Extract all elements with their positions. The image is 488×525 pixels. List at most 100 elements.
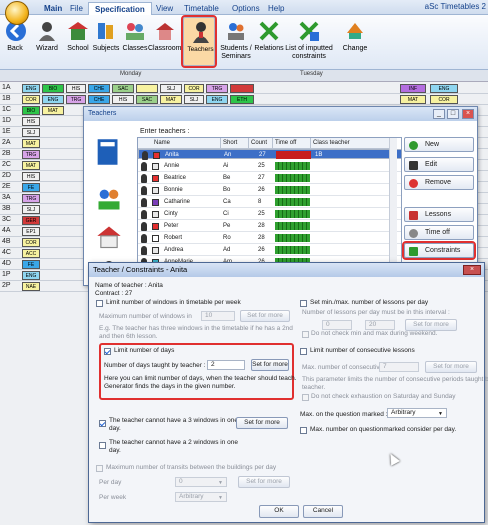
lesson-cell[interactable]: SLJ xyxy=(22,205,40,214)
lesson-cell[interactable]: ACC xyxy=(22,249,40,258)
lessons-button[interactable]: Lessons xyxy=(404,207,474,222)
lesson-cell[interactable]: EP1 xyxy=(22,227,40,236)
lesson-cell[interactable]: MAT xyxy=(400,95,426,104)
lesson-cell[interactable]: BIO xyxy=(22,106,40,115)
min-lessons-input[interactable]: 0 xyxy=(322,320,352,330)
teacher-row[interactable]: Beatrice Be 27 xyxy=(138,173,401,184)
maximize-icon[interactable]: □ xyxy=(447,109,459,119)
transits-checkbox[interactable] xyxy=(96,465,103,472)
close-icon[interactable]: × xyxy=(463,265,481,275)
teachers-button[interactable]: Teachers xyxy=(181,15,217,68)
teacher-row[interactable]: Cinty Ci 25 xyxy=(138,209,401,220)
lesson-cell[interactable]: MAT xyxy=(22,161,40,170)
lesson-cell[interactable]: MAT xyxy=(22,139,40,148)
limit-windows-week-checkbox[interactable] xyxy=(96,300,103,307)
lesson-cell[interactable]: COR xyxy=(430,95,458,104)
teacher-row[interactable]: Bonnie Bo 26 xyxy=(138,185,401,196)
new-button[interactable]: New xyxy=(404,137,474,152)
tab-file[interactable]: File xyxy=(64,2,89,15)
lesson-cell[interactable]: HIS xyxy=(22,117,40,126)
lesson-cell[interactable]: HIS xyxy=(22,172,40,181)
per-day-select[interactable]: 0 ▼ xyxy=(175,477,227,487)
classrooms-button[interactable]: Classrooms xyxy=(148,19,185,53)
question-consider-checkbox[interactable] xyxy=(300,427,307,434)
lesson-cell[interactable]: SLJ xyxy=(160,84,182,93)
lesson-cell[interactable]: TRG xyxy=(66,95,86,104)
lesson-cell[interactable]: TRG xyxy=(206,84,228,93)
days-set-more-button[interactable]: Set for more xyxy=(251,359,289,371)
lesson-cell[interactable]: COR xyxy=(22,238,40,247)
school-button[interactable]: School xyxy=(66,19,90,53)
lesson-cell[interactable]: NAE xyxy=(22,282,40,291)
tab-view[interactable]: View xyxy=(150,2,179,15)
change-button[interactable]: Change xyxy=(338,19,372,53)
teacher-row[interactable]: Anita An 27 1B xyxy=(138,149,401,160)
edit-button[interactable]: Edit xyxy=(404,157,474,172)
windows-week-set-more-button[interactable]: Set for more xyxy=(240,310,290,322)
col-timeoff-header[interactable]: Time off xyxy=(273,138,311,149)
tab-options[interactable]: Options xyxy=(226,2,266,15)
three-windows-checkbox[interactable] xyxy=(99,420,106,427)
lesson-cell[interactable]: ETH xyxy=(230,95,254,104)
lesson-cell[interactable]: CHE xyxy=(88,95,110,104)
col-name-header[interactable]: Name xyxy=(138,138,221,149)
lesson-cell[interactable]: HIS xyxy=(66,84,86,93)
lesson-cell[interactable]: SAC xyxy=(136,95,158,104)
lesson-cell[interactable]: ENG xyxy=(42,95,64,104)
wizard-button[interactable]: Wizard xyxy=(34,19,60,53)
teacher-row[interactable]: Annie Ai 25 xyxy=(138,161,401,172)
teacher-row[interactable]: Peter Pe 28 xyxy=(138,221,401,232)
teacher-row[interactable]: Andrea Ad 26 xyxy=(138,245,401,256)
classes-button[interactable]: Classes xyxy=(122,19,148,53)
transits-set-more-button[interactable]: Set for more xyxy=(238,476,290,488)
lesson-cell[interactable]: FE xyxy=(22,183,40,192)
lesson-cell[interactable]: CHE xyxy=(88,84,110,93)
list-imputed-button[interactable]: List of imputted constraints xyxy=(283,19,335,61)
ok-button[interactable]: OK xyxy=(259,505,299,518)
col-count-header[interactable]: Count xyxy=(249,138,273,149)
lesson-cell[interactable]: ENG xyxy=(22,271,40,280)
question-max-select[interactable]: Arbitrary ▼ xyxy=(387,408,447,418)
lesson-cell[interactable]: ENG xyxy=(430,84,458,93)
lesson-cell[interactable]: COR xyxy=(22,95,40,104)
lesson-cell[interactable]: MAT xyxy=(42,106,64,115)
students-button[interactable]: Students / Seminars xyxy=(218,19,254,61)
teacher-row[interactable]: Catharine Ca 8 xyxy=(138,197,401,208)
lesson-cell[interactable] xyxy=(136,84,158,93)
per-week-select[interactable]: Arbitrary ▼ xyxy=(175,492,227,502)
consecutive-set-more-button[interactable]: Set for more xyxy=(425,361,477,373)
minmax-weekend-checkbox[interactable] xyxy=(302,331,309,338)
relations-button[interactable]: Relations xyxy=(254,19,284,53)
lesson-cell[interactable]: SLJ xyxy=(184,95,204,104)
lesson-cell[interactable]: HIS xyxy=(112,95,134,104)
cancel-button[interactable]: Cancel xyxy=(303,505,343,518)
lesson-cell[interactable]: BIO xyxy=(42,84,64,93)
remove-button[interactable]: Remove xyxy=(404,175,474,190)
subjects-button[interactable]: Subjects xyxy=(92,19,120,53)
days-taught-input[interactable]: 2 xyxy=(207,360,245,370)
lesson-cell[interactable]: TRG xyxy=(22,194,40,203)
lesson-cell[interactable]: COR xyxy=(184,84,204,93)
lesson-cell[interactable]: SLJ xyxy=(22,128,40,137)
lesson-cell[interactable]: SAC xyxy=(112,84,134,93)
col-classteacher-header[interactable]: Class teacher xyxy=(311,138,391,149)
lesson-cell[interactable]: TRG xyxy=(22,150,40,159)
time-off-button[interactable]: Time off xyxy=(404,225,474,240)
col-short-header[interactable]: Short xyxy=(221,138,249,149)
lesson-cell[interactable]: GER xyxy=(22,216,40,225)
tab-help[interactable]: Help xyxy=(262,2,290,15)
consecutive-max-input[interactable]: 7 xyxy=(379,362,419,372)
lesson-cell[interactable] xyxy=(230,84,254,93)
app-logo-icon[interactable] xyxy=(5,1,29,25)
lesson-cell[interactable]: INF xyxy=(400,84,426,93)
max-windows-input[interactable]: 10 xyxy=(201,311,235,321)
lesson-cell[interactable]: MAT xyxy=(160,95,182,104)
minmax-checkbox[interactable] xyxy=(300,300,307,307)
two-windows-checkbox[interactable] xyxy=(99,442,106,449)
lesson-cell[interactable]: ENG xyxy=(206,95,228,104)
max-lessons-input[interactable]: 20 xyxy=(365,320,395,330)
tab-timetable[interactable]: Timetable xyxy=(178,2,225,15)
consecutive-weekend-checkbox[interactable] xyxy=(302,394,309,401)
tab-specification[interactable]: Specification xyxy=(88,2,152,15)
minimize-icon[interactable]: _ xyxy=(433,109,445,119)
